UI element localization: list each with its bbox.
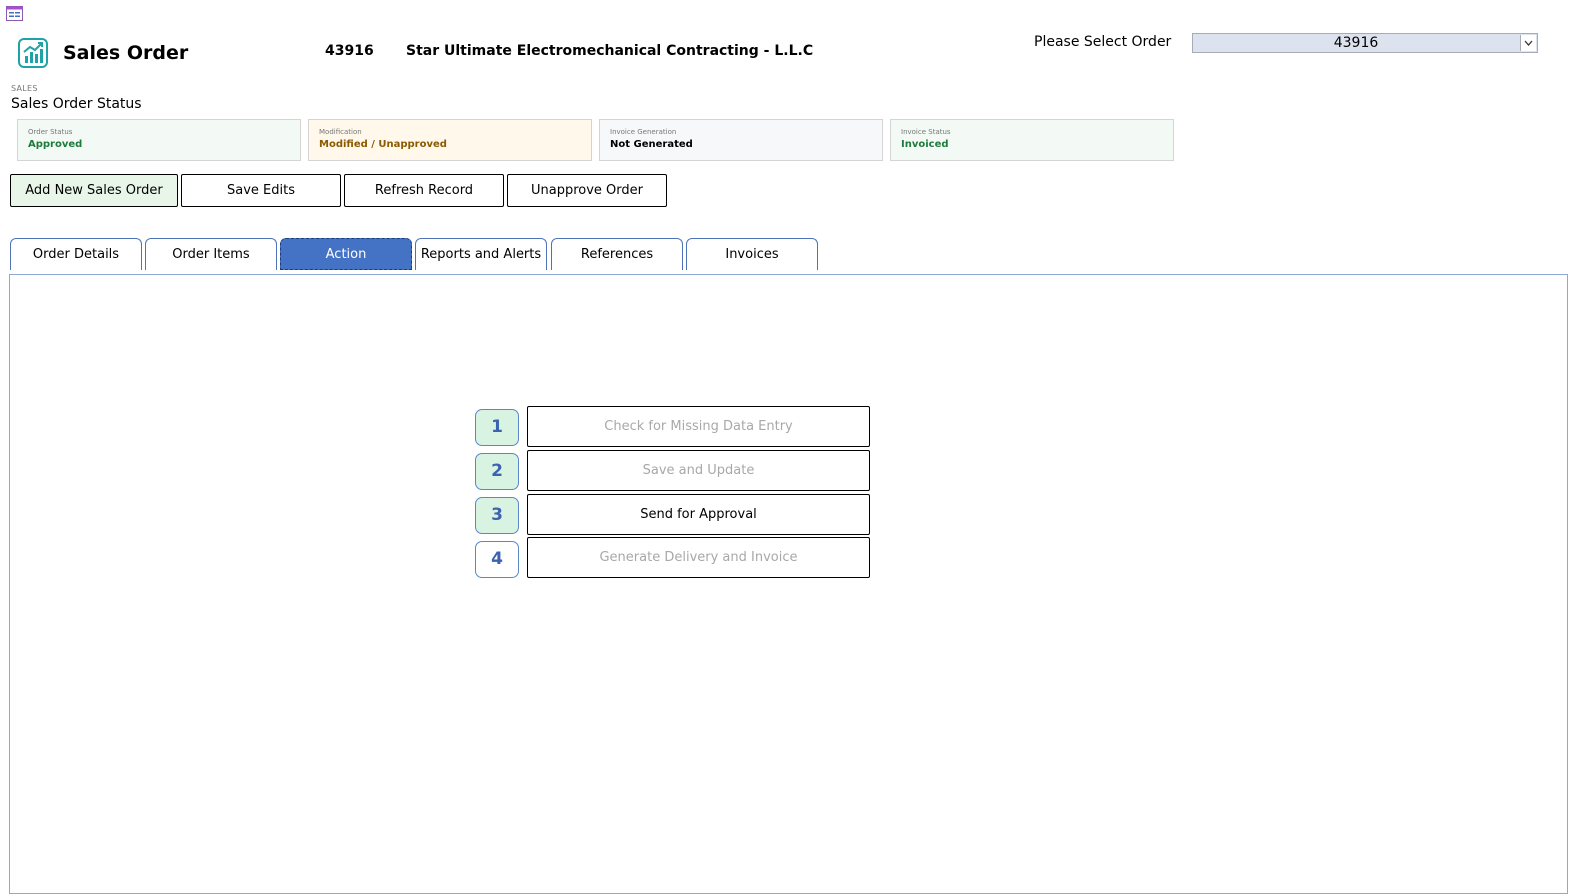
section-label: SALES	[11, 84, 38, 93]
chart-growth-icon	[18, 38, 48, 68]
status-card-label: Invoice Status	[901, 128, 951, 136]
form-icon	[6, 6, 23, 21]
save-and-update-button[interactable]: Save and Update	[527, 450, 870, 491]
tab-invoices[interactable]: Invoices	[686, 238, 818, 270]
tab-references[interactable]: References	[551, 238, 683, 270]
action-tab-panel	[9, 274, 1568, 894]
status-card-value: Approved	[28, 139, 83, 150]
step-number-2: 2	[475, 453, 519, 490]
step-number-3: 3	[475, 497, 519, 534]
generate-delivery-invoice-button[interactable]: Generate Delivery and Invoice	[527, 537, 870, 578]
order-select-dropdown[interactable]: 43916	[1192, 33, 1538, 53]
invoice-generation-card: Invoice Generation Not Generated	[599, 119, 883, 161]
refresh-record-button[interactable]: Refresh Record	[344, 174, 504, 207]
status-card-value: Invoiced	[901, 139, 949, 150]
status-card-value: Modified / Unapproved	[319, 139, 447, 150]
save-edits-button[interactable]: Save Edits	[181, 174, 341, 207]
tab-order-details[interactable]: Order Details	[10, 238, 142, 270]
modification-status-card: Modification Modified / Unapproved	[308, 119, 592, 161]
status-card-label: Invoice Generation	[610, 128, 677, 136]
order-status-card: Order Status Approved	[17, 119, 301, 161]
send-for-approval-button[interactable]: Send for Approval	[527, 494, 870, 535]
tab-reports-and-alerts[interactable]: Reports and Alerts	[415, 238, 547, 270]
status-card-value: Not Generated	[610, 139, 693, 150]
check-missing-data-button[interactable]: Check for Missing Data Entry	[527, 406, 870, 447]
select-order-label: Please Select Order	[1034, 34, 1172, 50]
add-new-sales-order-button[interactable]: Add New Sales Order	[10, 174, 178, 207]
step-number-4: 4	[475, 541, 519, 578]
unapprove-order-button[interactable]: Unapprove Order	[507, 174, 667, 207]
dropdown-button[interactable]	[1520, 35, 1536, 51]
invoice-status-card: Invoice Status Invoiced	[890, 119, 1174, 161]
order-number: 43916	[325, 43, 374, 59]
tab-order-items[interactable]: Order Items	[145, 238, 277, 270]
step-number-1: 1	[475, 409, 519, 446]
tab-action[interactable]: Action	[280, 238, 412, 270]
status-card-label: Order Status	[28, 128, 73, 136]
section-title: Sales Order Status	[11, 96, 142, 112]
order-select-value: 43916	[1333, 35, 1379, 51]
page-title: Sales Order	[63, 42, 189, 64]
customer-name: Star Ultimate Electromechanical Contract…	[406, 43, 814, 59]
chevron-down-icon	[1524, 40, 1533, 46]
status-card-label: Modification	[319, 128, 362, 136]
